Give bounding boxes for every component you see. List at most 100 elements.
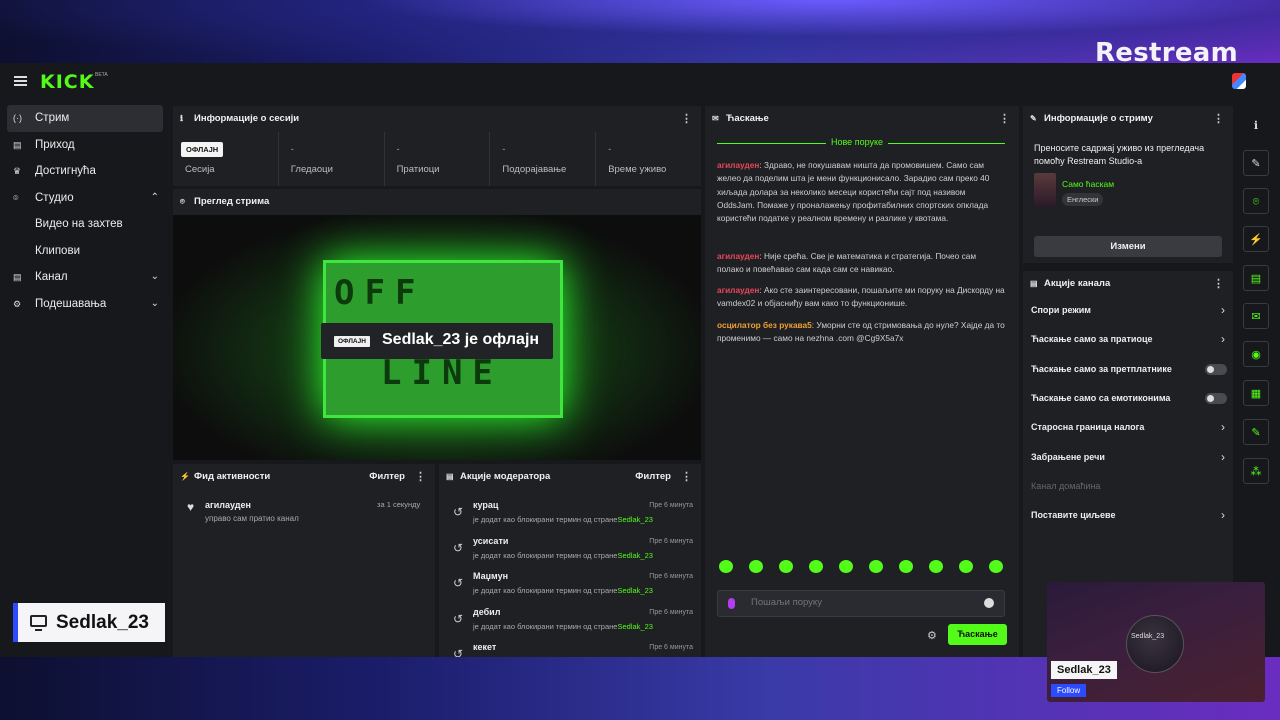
chevron-right-icon[interactable]: ›	[1221, 416, 1225, 438]
chat-username[interactable]: осцилатор без рукава5	[717, 320, 812, 330]
undo-icon[interactable]: ↺	[453, 576, 463, 590]
chevron-right-icon[interactable]: ›	[1221, 504, 1225, 526]
moderator-name[interactable]: Sedlak_23	[617, 515, 652, 524]
emote-icon[interactable]	[899, 560, 913, 573]
emote-icon[interactable]	[839, 560, 853, 573]
camera-icon[interactable]: ⌾	[1243, 188, 1269, 214]
microphone-icon[interactable]	[728, 598, 735, 609]
chat-message: агилауден: Ако сте заинтересовани, пошаљ…	[717, 285, 1005, 309]
emote-icon[interactable]	[959, 560, 973, 573]
bolt-icon[interactable]: ⚡	[1243, 226, 1269, 252]
channel-action-item[interactable]: Ћаскање само за претплатнике	[1031, 358, 1227, 380]
chevron-right-icon[interactable]: ›	[1221, 446, 1225, 468]
emote-icon[interactable]	[779, 560, 793, 573]
puzzle-icon[interactable]: ⁂	[1243, 458, 1269, 484]
pencil-icon[interactable]: ✎	[1243, 150, 1269, 176]
chevron-icon[interactable]: ⌄	[151, 291, 159, 317]
undo-icon[interactable]: ↺	[453, 612, 463, 626]
chevron-icon[interactable]: ⌃	[151, 185, 159, 211]
sidebar-item[interactable]: Видео на захтев	[7, 211, 163, 238]
wrench-icon[interactable]: ✎	[1243, 419, 1269, 445]
channel-action-item[interactable]: Ћаскање само за пратиоце ›	[1031, 328, 1227, 350]
activity-text: управо сам пратио канал	[205, 514, 299, 523]
stat-value: -	[608, 144, 612, 154]
emoji-icon[interactable]	[984, 598, 994, 608]
more-options-icon[interactable]: ⋮	[415, 464, 426, 490]
toggle-switch[interactable]	[1205, 363, 1227, 375]
emote-icon[interactable]	[749, 560, 763, 573]
channel-action-item[interactable]: Старосна граница налога ›	[1031, 416, 1227, 438]
chat-input[interactable]	[751, 597, 971, 608]
stat-value: -	[290, 144, 294, 154]
sidebar-item-label: Достигнућа	[35, 165, 96, 177]
chat-settings-icon[interactable]: ⚙	[927, 629, 937, 642]
layout-icon[interactable]: ▦	[1243, 380, 1269, 406]
sidebar-item[interactable]: ▤ Канал ⌄	[7, 264, 163, 291]
more-options-icon[interactable]: ⋮	[1213, 106, 1224, 132]
sidebar-item[interactable]: ⚙ Подешавања ⌄	[7, 291, 163, 318]
action-text: је додат као блокирани термин од странеS…	[473, 622, 653, 631]
channel-action-label: Спори режим	[1031, 305, 1091, 315]
edit-button[interactable]: Измени	[1034, 236, 1222, 257]
stream-info-panel: ✎ Информације о стриму ⋮ Преносите садрж…	[1023, 106, 1233, 263]
sidebar-item[interactable]: ♛ Достигнућа	[7, 158, 163, 185]
chevron-right-icon[interactable]: ›	[1221, 299, 1225, 321]
filter-button[interactable]: Филтер	[369, 464, 405, 490]
channel-action-label: Ћаскање само за пратиоце	[1031, 334, 1153, 345]
chat-username[interactable]: агилауден	[717, 251, 759, 261]
menu-icon[interactable]	[14, 76, 27, 86]
chat-message: агилауден: Здраво, не покушавам ништа да…	[717, 160, 990, 224]
info-icon[interactable]: ℹ	[1243, 113, 1269, 139]
sidebar-item[interactable]: ▤ Приход	[7, 132, 163, 159]
chat-username[interactable]: агилауден	[717, 285, 759, 295]
channel-action-item[interactable]: Забрањене речи ›	[1031, 446, 1227, 468]
sidebar-item[interactable]: Клипови	[7, 238, 163, 265]
moderator-name[interactable]: Sedlak_23	[617, 586, 652, 595]
undo-icon[interactable]: ↺	[453, 541, 463, 555]
document-icon[interactable]: ▤	[1243, 265, 1269, 291]
channel-action-item[interactable]: Спори режим ›	[1031, 299, 1227, 321]
more-options-icon[interactable]: ⋮	[681, 106, 692, 132]
emote-icon[interactable]	[869, 560, 883, 573]
emote-icon[interactable]	[929, 560, 943, 573]
emote-icon[interactable]	[809, 560, 823, 573]
toggle-switch[interactable]	[1205, 392, 1227, 404]
more-options-icon[interactable]: ⋮	[681, 464, 692, 490]
kick-logo[interactable]: KICK	[40, 71, 94, 93]
send-chat-button[interactable]: Ћаскање	[948, 624, 1007, 645]
stream-category[interactable]: Само ћаскам	[1062, 179, 1114, 189]
chevron-right-icon[interactable]: ›	[1221, 328, 1225, 350]
action-time: Пре 6 минута	[649, 644, 693, 651]
activity-user[interactable]: агилауден	[205, 500, 251, 510]
chat-input-box[interactable]	[717, 590, 1005, 617]
moderator-name[interactable]: Sedlak_23	[617, 622, 652, 631]
moderator-action-item: ↺ дебил Пре 6 минута је додат као блокирани…	[453, 607, 693, 642]
emote-icon[interactable]	[989, 560, 1003, 573]
language-tag: Енглески	[1062, 193, 1104, 206]
moderator-action-item: ↺ Маџмун Пре 6 минута је додат као блокиран…	[453, 571, 693, 606]
camera-icon: ⌾	[180, 197, 185, 206]
undo-icon[interactable]: ↺	[453, 505, 463, 519]
chat-username[interactable]: агилауден	[717, 160, 759, 170]
sidebar-item[interactable]: (·) Стрим	[7, 105, 163, 132]
stream-info-title: Информације о стриму	[1044, 113, 1153, 124]
sidebar-item[interactable]: ⌾ Студио ⌃	[7, 185, 163, 212]
beta-label: BETA	[95, 72, 108, 78]
session-stat: - Време уживо	[596, 132, 701, 186]
panel-header: ▤ Акције канала ⋮	[1023, 271, 1233, 297]
undo-icon[interactable]: ↺	[453, 647, 463, 657]
chat-icon[interactable]: ✉	[1243, 303, 1269, 329]
broadcast-icon[interactable]: ◉	[1243, 341, 1269, 367]
chevron-icon[interactable]: ⌄	[151, 264, 159, 290]
more-options-icon[interactable]: ⋮	[999, 106, 1010, 132]
action-description: је додат као блокирани термин од стране	[473, 550, 618, 560]
filter-button[interactable]: Филтер	[635, 464, 671, 490]
more-options-icon[interactable]: ⋮	[1213, 271, 1224, 297]
follow-button[interactable]: Follow	[1051, 684, 1087, 697]
offline-banner: ОФЛАЈН Sedlak_23 је офлајн	[321, 323, 553, 359]
moderator-name[interactable]: Sedlak_23	[617, 551, 652, 560]
emote-icon[interactable]	[719, 560, 733, 573]
user-avatar[interactable]	[1232, 73, 1246, 89]
channel-action-item[interactable]: Поставите циљеве ›	[1031, 504, 1227, 526]
channel-action-item[interactable]: Ћаскање само са емотиконима	[1031, 387, 1227, 409]
